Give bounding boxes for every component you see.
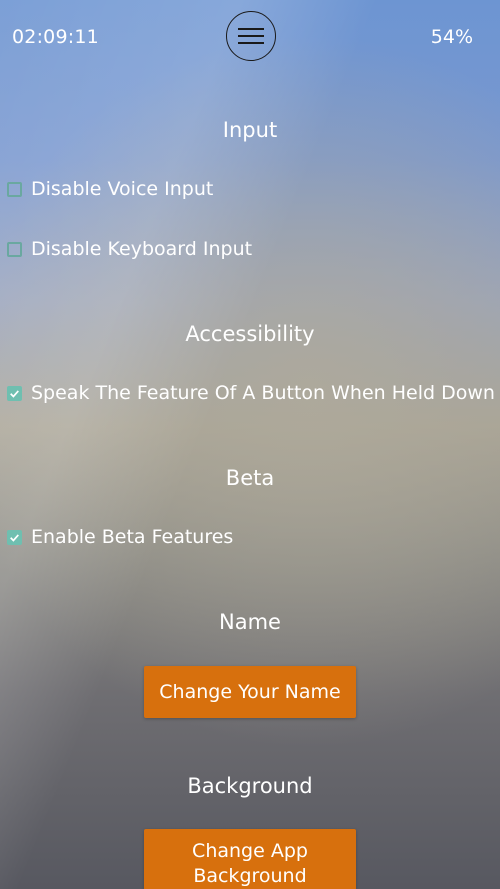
change-background-button[interactable]: Change App Background: [144, 829, 356, 889]
option-label: Enable Beta Features: [31, 526, 234, 548]
option-label: Disable Voice Input: [31, 178, 214, 200]
checkbox-checked-icon[interactable]: [7, 385, 22, 401]
checkbox-checked-icon[interactable]: [7, 529, 22, 545]
option-disable-keyboard-input[interactable]: Disable Keyboard Input: [7, 238, 252, 260]
option-disable-voice-input[interactable]: Disable Voice Input: [7, 178, 213, 200]
clock: 02:09:11: [12, 26, 99, 48]
status-bar: 02:09:11 54%: [0, 0, 500, 74]
section-title-input: Input: [222, 118, 278, 142]
checkbox-unchecked-icon[interactable]: [7, 181, 22, 197]
hamburger-menu-icon: [238, 28, 264, 44]
section-title-accessibility: Accessibility: [185, 322, 315, 346]
menu-button[interactable]: [226, 11, 276, 61]
change-name-button[interactable]: Change Your Name: [144, 666, 356, 718]
option-label: Speak The Feature Of A Button When Held …: [31, 382, 495, 404]
option-speak-button-feature[interactable]: Speak The Feature Of A Button When Held …: [7, 382, 495, 404]
checkbox-unchecked-icon[interactable]: [7, 241, 22, 257]
option-enable-beta-features[interactable]: Enable Beta Features: [7, 526, 233, 548]
section-title-name: Name: [219, 610, 281, 634]
section-title-beta: Beta: [225, 466, 275, 490]
section-title-background: Background: [187, 774, 313, 798]
option-label: Disable Keyboard Input: [31, 238, 253, 260]
settings-screen: 02:09:11 54% Input Disable Voice Input D…: [0, 0, 500, 889]
battery-level: 54%: [430, 26, 473, 48]
